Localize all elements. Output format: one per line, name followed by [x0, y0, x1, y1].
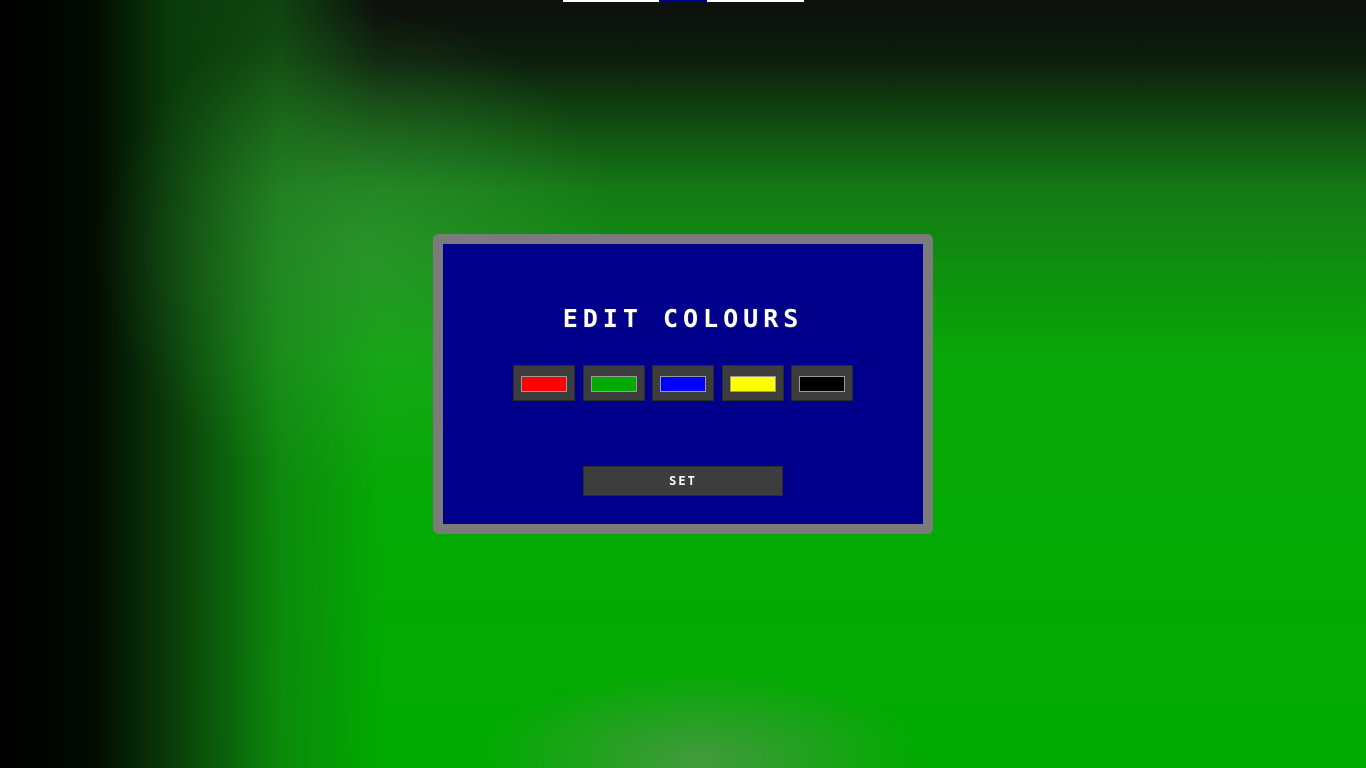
dialog-panel: EDIT COLOURS SET: [443, 244, 923, 524]
swatch-blue: [660, 376, 706, 392]
swatch-button-blue[interactable]: [652, 365, 714, 401]
dialog-title: EDIT COLOURS: [562, 304, 804, 333]
top-edge-bar: [563, 0, 804, 2]
swatch-green: [591, 376, 637, 392]
set-button[interactable]: SET: [583, 466, 783, 496]
colour-swatch-row: [513, 365, 853, 401]
swatch-button-yellow[interactable]: [722, 365, 784, 401]
swatch-button-red[interactable]: [513, 365, 575, 401]
top-edge-bar-highlight: [659, 0, 707, 2]
swatch-button-green[interactable]: [583, 365, 645, 401]
swatch-black: [799, 376, 845, 392]
edit-colours-dialog: EDIT COLOURS SET: [433, 234, 933, 534]
swatch-button-black[interactable]: [791, 365, 853, 401]
swatch-yellow: [730, 376, 776, 392]
swatch-red: [521, 376, 567, 392]
